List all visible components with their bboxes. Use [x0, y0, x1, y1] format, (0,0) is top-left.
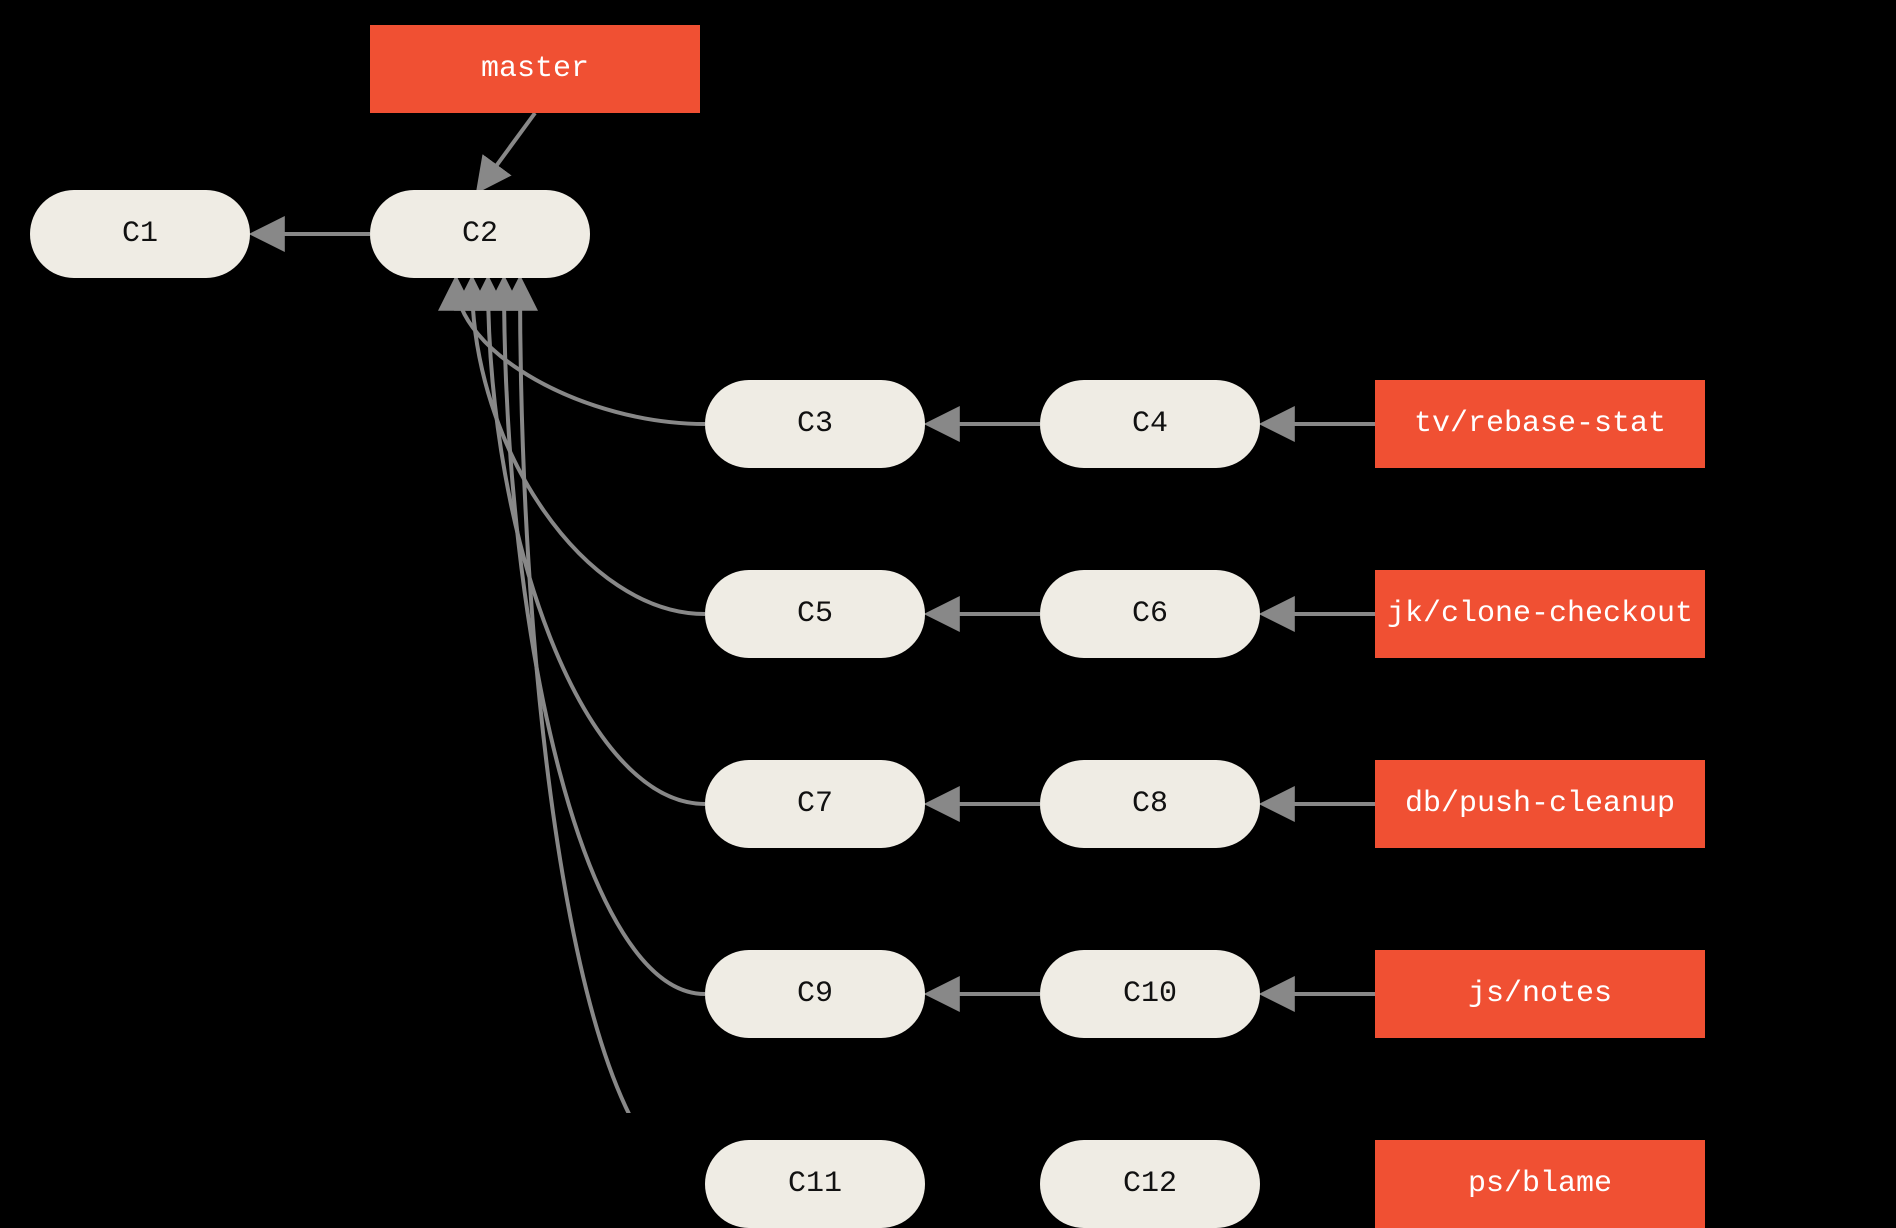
commit-label: C11	[788, 1167, 842, 1201]
branch-label: js/notes	[1468, 977, 1612, 1011]
branch-label: tv/rebase-stat	[1414, 407, 1666, 441]
commit-c12: C12	[1040, 1140, 1260, 1228]
branch-label: master	[481, 52, 589, 86]
commit-label: C1	[122, 217, 158, 251]
commit-c10: C10	[1040, 950, 1260, 1038]
commit-label: C4	[1132, 407, 1168, 441]
commit-c8: C8	[1040, 760, 1260, 848]
commit-c7: C7	[705, 760, 925, 848]
branch-ps-blame: ps/blame	[1375, 1140, 1705, 1228]
commit-label: C6	[1132, 597, 1168, 631]
branch-tv-rebase-stat: tv/rebase-stat	[1375, 380, 1705, 468]
edge-layer	[0, 0, 1896, 1113]
git-topic-branch-diagram: master C1 C2 C3 C4 tv/rebase-stat C5 C6 …	[0, 0, 1896, 1113]
commit-label: C10	[1123, 977, 1177, 1011]
commit-c5: C5	[705, 570, 925, 658]
commit-c1: C1	[30, 190, 250, 278]
commit-c11: C11	[705, 1140, 925, 1228]
branch-master: master	[370, 25, 700, 113]
commit-label: C2	[462, 217, 498, 251]
commit-label: C3	[797, 407, 833, 441]
branch-label: ps/blame	[1468, 1167, 1612, 1201]
commit-c4: C4	[1040, 380, 1260, 468]
commit-c2: C2	[370, 190, 590, 278]
commit-label: C9	[797, 977, 833, 1011]
commit-c6: C6	[1040, 570, 1260, 658]
branch-db-push-cleanup: db/push-cleanup	[1375, 760, 1705, 848]
commit-label: C8	[1132, 787, 1168, 821]
commit-label: C12	[1123, 1167, 1177, 1201]
commit-label: C7	[797, 787, 833, 821]
branch-js-notes: js/notes	[1375, 950, 1705, 1038]
commit-label: C5	[797, 597, 833, 631]
commit-c3: C3	[705, 380, 925, 468]
commit-c9: C9	[705, 950, 925, 1038]
branch-jk-clone-checkout: jk/clone-checkout	[1375, 570, 1705, 658]
branch-label: jk/clone-checkout	[1387, 597, 1693, 631]
branch-label: db/push-cleanup	[1405, 787, 1675, 821]
